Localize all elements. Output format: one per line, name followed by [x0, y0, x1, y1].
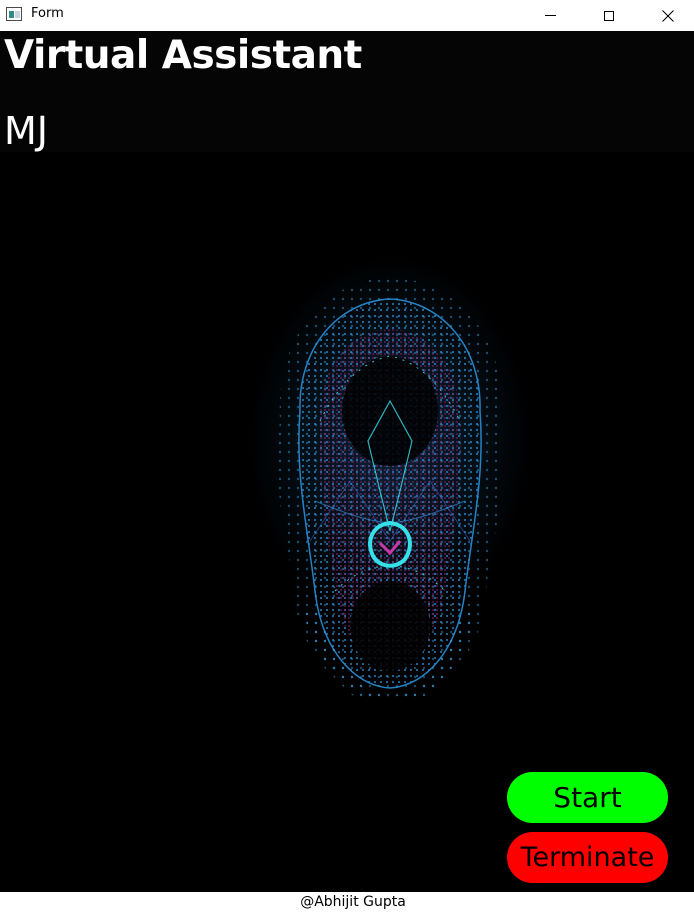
close-button[interactable] — [645, 0, 691, 31]
title-bar[interactable]: Form — [0, 0, 694, 31]
footer: @Abhijit Gupta — [0, 892, 694, 913]
form-app-icon — [6, 7, 22, 21]
app-window: Form Virtual Assistant MJ Start Terminat… — [0, 0, 694, 913]
main-panel: Virtual Assistant MJ Start Terminate — [0, 31, 694, 892]
minimize-icon — [544, 15, 556, 16]
terminate-button[interactable]: Terminate — [507, 832, 668, 883]
header-panel: Virtual Assistant MJ — [0, 31, 694, 153]
maximize-button[interactable] — [586, 0, 632, 31]
page-title: Virtual Assistant — [4, 33, 362, 78]
particle-face-icon — [250, 256, 530, 701]
maximize-icon — [604, 10, 614, 21]
start-button[interactable]: Start — [507, 772, 668, 823]
author-credit: @Abhijit Gupta — [300, 894, 406, 910]
close-icon — [662, 9, 674, 22]
window-title: Form — [31, 6, 64, 21]
minimize-button[interactable] — [527, 0, 573, 31]
assistant-name-label: MJ — [4, 109, 48, 153]
